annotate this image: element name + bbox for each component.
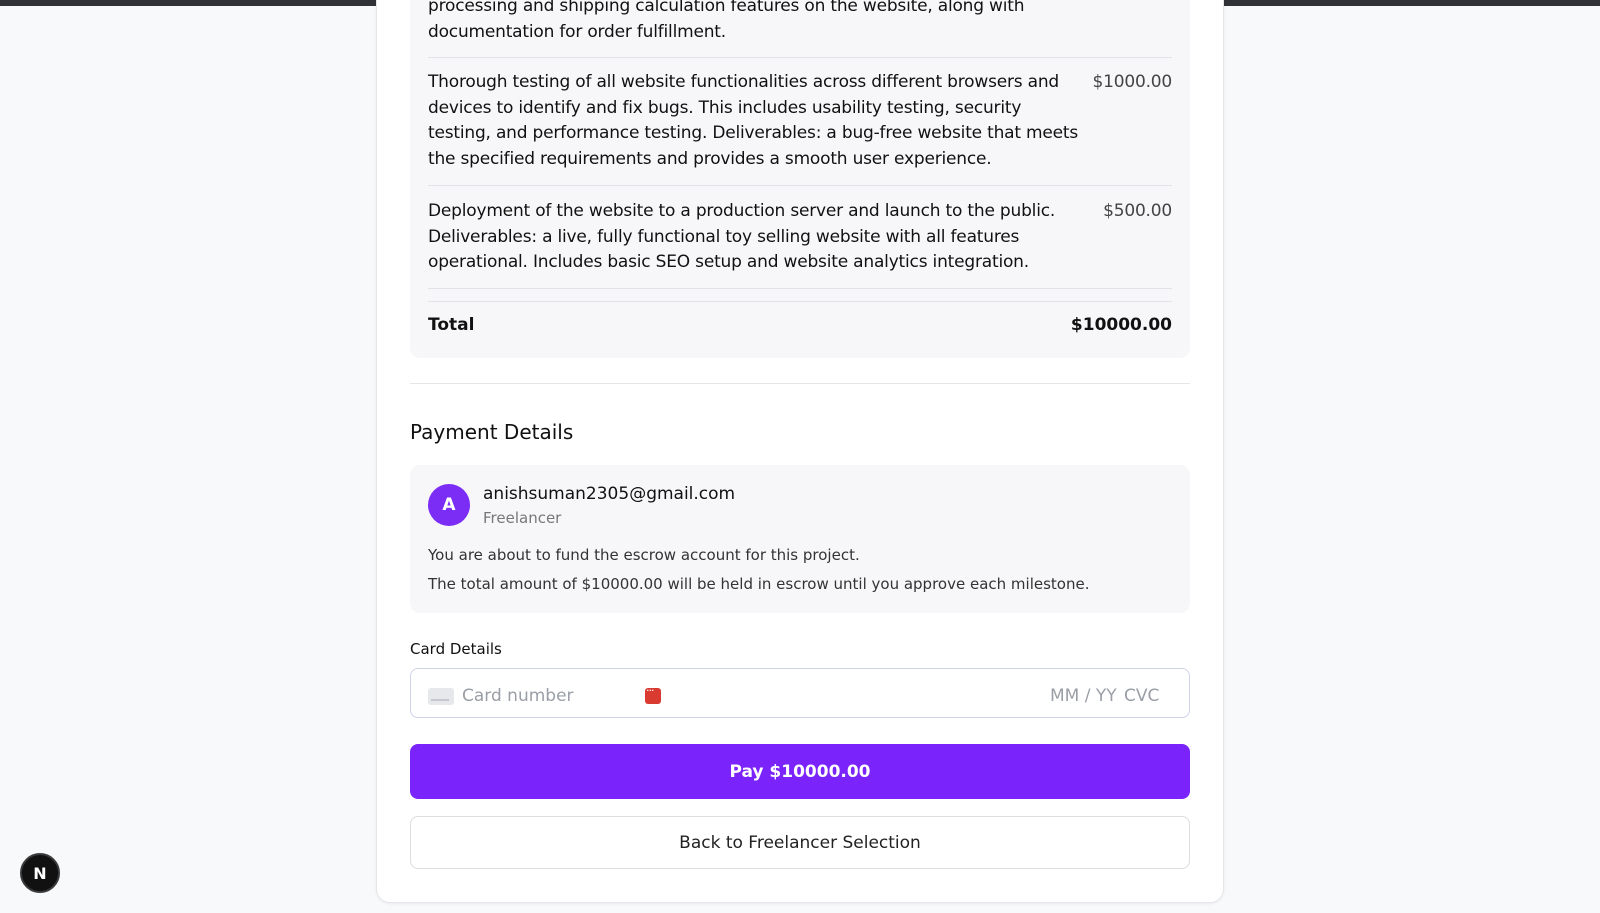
- avatar: A: [428, 484, 470, 526]
- milestone-price: $1000.00: [1092, 72, 1172, 92]
- section-divider: [410, 383, 1190, 384]
- pay-button[interactable]: Pay $10000.00: [410, 744, 1190, 799]
- escrow-info-line: The total amount of $10000.00 will be he…: [428, 575, 1090, 593]
- milestone-divider: [428, 288, 1172, 289]
- escrow-info-line: You are about to fund the escrow account…: [428, 546, 860, 564]
- card-error-icon: [645, 684, 661, 704]
- milestone-description: Deployment of the website to a productio…: [428, 201, 1056, 272]
- expiry-field[interactable]: MM / YY: [1050, 686, 1117, 706]
- card-number-field[interactable]: Card number: [462, 686, 574, 706]
- milestone-description: processing and shipping calculation feat…: [428, 0, 1025, 42]
- card-details-label: Card Details: [410, 640, 502, 658]
- freelancer-email: anishsuman2305@gmail.com: [483, 484, 736, 504]
- total-divider: [428, 301, 1172, 302]
- nextjs-dev-badge[interactable]: N: [20, 853, 60, 893]
- milestone-divider: [428, 57, 1172, 58]
- total-label: Total: [428, 315, 475, 335]
- freelancer-role: Freelancer: [483, 509, 562, 527]
- milestone-price: $500.00: [1103, 201, 1172, 221]
- milestone-list: [410, 0, 1190, 358]
- milestone-description: Thorough testing of all website function…: [428, 72, 1079, 169]
- milestone-divider: [428, 185, 1172, 186]
- cvc-field[interactable]: CVC: [1124, 686, 1159, 706]
- payment-details-title: Payment Details: [410, 420, 574, 444]
- back-to-freelancer-selection-button[interactable]: Back to Freelancer Selection: [410, 816, 1190, 869]
- total-value: $10000.00: [1070, 315, 1172, 335]
- credit-card-icon: [428, 688, 454, 705]
